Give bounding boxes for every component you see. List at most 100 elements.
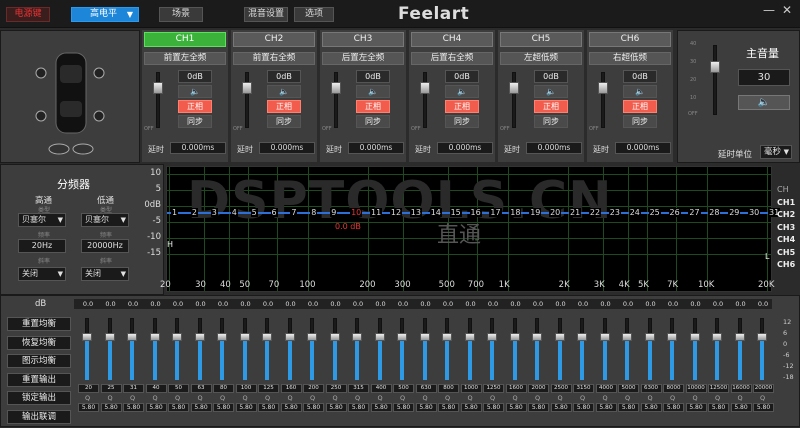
sync-button[interactable]: 同步 [534,115,568,128]
legend-ch1[interactable]: CH1 [777,198,795,207]
delay-unit-select[interactable]: 毫秒 ▼ [760,145,792,159]
band-label-10[interactable]: 10 [350,208,363,217]
close-icon[interactable]: ✕ [782,3,792,17]
eq-q-value[interactable]: 5.80 [415,403,437,412]
channel-source[interactable]: 前置左全频 [144,52,226,65]
band-label-27[interactable]: 27 [688,208,701,217]
band-label-21[interactable]: 21 [569,208,582,217]
sync-button[interactable]: 同步 [445,115,479,128]
eq-q-value[interactable]: 5.80 [280,403,302,412]
phase-button[interactable]: 正相 [267,100,301,113]
eq-gain-value[interactable]: 0.0 [618,300,638,308]
eq-q-value[interactable]: 5.80 [145,403,167,412]
eq-q-value[interactable]: 5.80 [730,403,752,412]
fader-knob[interactable] [598,82,608,94]
eq-fader-knob[interactable] [397,333,407,341]
master-fader-knob[interactable] [710,61,720,73]
eq-gain-value[interactable]: 0.0 [348,300,368,308]
eq-gain-value[interactable]: 0.0 [573,300,593,308]
gain-value[interactable]: 0dB [356,70,390,83]
channel-tab-ch6[interactable]: CH6 [589,32,671,47]
eq-q-value[interactable]: 5.80 [640,403,662,412]
eq-fader-knob[interactable] [442,333,452,341]
delay-value[interactable]: 0.000ms [348,142,404,154]
eq-gain-value[interactable]: 0.0 [416,300,436,308]
band-label-17[interactable]: 17 [489,208,502,217]
eq-freq[interactable]: 25 [100,384,122,393]
eq-gain-value[interactable]: 0.0 [731,300,751,308]
delay-value[interactable]: 0.000ms [437,142,493,154]
eq-q-value[interactable]: 5.80 [78,403,99,412]
eq-gain-value[interactable]: 0.0 [258,300,278,308]
eq-fader-knob[interactable] [307,333,317,341]
mute-button[interactable]: 🔈 [267,85,301,98]
scene-button[interactable]: 场景 [159,7,203,22]
sync-button[interactable]: 同步 [623,115,657,128]
mute-button[interactable]: 🔈 [445,85,479,98]
eq-fader-knob[interactable] [757,333,767,341]
eq-q-value[interactable]: 5.80 [573,403,594,412]
band-label-18[interactable]: 18 [509,208,522,217]
eq-freq[interactable]: 40 [145,384,167,393]
eq-freq[interactable]: 160 [280,384,302,393]
eq-gain-value[interactable]: 0.0 [551,300,571,308]
eq-freq[interactable]: 20 [78,384,99,393]
band-label-24[interactable]: 24 [628,208,641,217]
channel-source[interactable]: 前置右全频 [233,52,315,65]
phase-button[interactable]: 正相 [623,100,657,113]
band-label-5[interactable]: 5 [250,208,258,217]
eq-fader-knob[interactable] [374,333,385,341]
eq-fader-knob[interactable] [239,333,250,341]
channel-source[interactable]: 右超低频 [589,52,671,65]
legend-ch3[interactable]: CH3 [777,223,795,232]
eq-freq[interactable]: 800 [438,384,459,393]
eq-gain-value[interactable]: 0.0 [753,300,773,308]
eq-q-value[interactable]: 5.80 [393,403,414,412]
band-label-25[interactable]: 25 [648,208,661,217]
eq-q-value[interactable]: 5.80 [303,403,324,412]
eq-q-value[interactable]: 5.80 [708,403,729,412]
eq-fader-knob[interactable] [262,333,272,341]
fader-track[interactable] [156,72,160,128]
eq-freq[interactable]: 12500 [708,384,729,393]
eq-fader-knob[interactable] [149,333,160,341]
fader-track[interactable] [423,72,427,128]
band-label-19[interactable]: 19 [529,208,542,217]
eq-q-value[interactable]: 5.80 [505,403,527,412]
eq-freq[interactable]: 200 [303,384,324,393]
eq-q-value[interactable]: 5.80 [483,403,504,412]
band-label-6[interactable]: 6 [270,208,278,217]
delay-value[interactable]: 0.000ms [259,142,315,154]
band-label-15[interactable]: 15 [449,208,462,217]
eq-gain-value[interactable]: 0.0 [371,300,391,308]
eq-freq[interactable]: 250 [325,384,347,393]
eq-fader-knob[interactable] [644,333,655,341]
eq-fader-knob[interactable] [419,333,430,341]
eq-fader-knob[interactable] [554,333,565,341]
fader-knob[interactable] [509,82,519,94]
eq-freq[interactable]: 2500 [550,384,572,393]
eq-fader-knob[interactable] [532,333,542,341]
eq-fader-knob[interactable] [284,333,295,341]
eq-freq[interactable]: 4000 [595,384,617,393]
delay-value[interactable]: 0.000ms [170,142,226,154]
eq-action-button[interactable]: 重置均衡 [7,317,71,331]
eq-gain-value[interactable]: 0.0 [641,300,661,308]
fader-knob[interactable] [420,82,430,94]
fader-track[interactable] [601,72,605,128]
eq-gain-value[interactable]: 0.0 [123,300,143,308]
eq-q-value[interactable]: 5.80 [258,403,279,412]
eq-fader-knob[interactable] [82,333,92,341]
eq-q-value[interactable]: 5.80 [618,403,639,412]
channel-source[interactable]: 后置右全频 [411,52,493,65]
band-label-22[interactable]: 22 [588,208,602,217]
eq-freq[interactable]: 500 [393,384,414,393]
eq-q-value[interactable]: 5.80 [370,403,392,412]
eq-gain-value[interactable]: 0.0 [528,300,548,308]
eq-q-value[interactable]: 5.80 [595,403,617,412]
eq-response-chart[interactable]: DSPTOOLS.CN 直通 H L 0.0 dB 1 2 3 4 5 6 7 8 9 10 11 1… [166,166,781,292]
fader-track[interactable] [334,72,338,128]
eq-freq[interactable]: 16000 [730,384,752,393]
fader-track[interactable] [512,72,516,128]
eq-freq[interactable]: 10000 [685,384,707,393]
